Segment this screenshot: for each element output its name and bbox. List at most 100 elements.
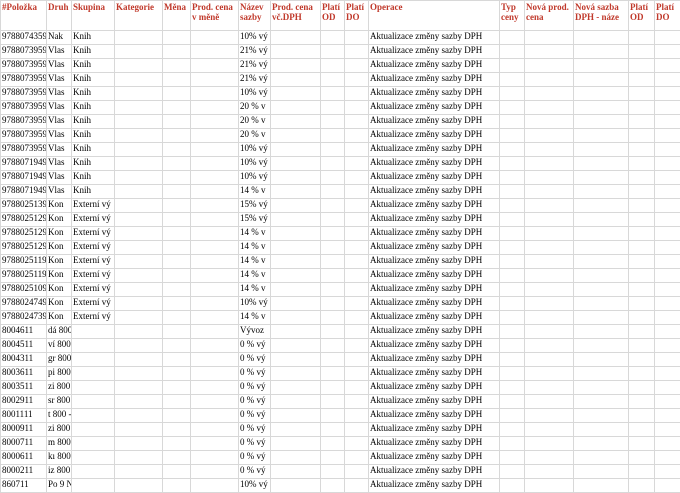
table-cell[interactable] <box>655 45 680 59</box>
table-cell[interactable]: Knih <box>72 185 115 199</box>
table-cell[interactable]: 14 % v <box>239 227 271 241</box>
table-cell[interactable]: 8000611 <box>1 451 47 465</box>
table-cell[interactable]: 0 % vý <box>239 465 271 479</box>
table-cell[interactable] <box>574 255 629 269</box>
table-cell[interactable] <box>321 213 345 227</box>
table-cell[interactable] <box>574 325 629 339</box>
table-cell[interactable]: Aktualizace změny sazby DPH <box>369 73 500 87</box>
table-cell[interactable] <box>574 199 629 213</box>
table-cell[interactable] <box>115 213 163 227</box>
table-cell[interactable] <box>115 409 163 423</box>
table-cell[interactable]: 15% vý <box>239 213 271 227</box>
table-cell[interactable]: Aktualizace změny sazby DPH <box>369 255 500 269</box>
table-cell[interactable] <box>115 353 163 367</box>
table-cell[interactable]: 10% vý <box>239 143 271 157</box>
table-cell[interactable] <box>72 451 115 465</box>
table-cell[interactable] <box>655 283 680 297</box>
table-cell[interactable]: Externí vý <box>72 213 115 227</box>
table-cell[interactable]: kı 800 - S <box>47 451 72 465</box>
table-cell[interactable] <box>525 143 574 157</box>
table-cell[interactable] <box>115 31 163 45</box>
table-cell[interactable] <box>574 143 629 157</box>
table-cell[interactable]: 21% vý <box>239 73 271 87</box>
table-cell[interactable] <box>574 423 629 437</box>
table-cell[interactable] <box>629 409 655 423</box>
table-cell[interactable]: 10% vý <box>239 31 271 45</box>
table-cell[interactable] <box>500 395 525 409</box>
table-cell[interactable]: 9788024749 <box>1 297 47 311</box>
table-cell[interactable]: Vlas <box>47 87 72 101</box>
table-cell[interactable] <box>115 59 163 73</box>
table-cell[interactable]: Aktualizace změny sazby DPH <box>369 269 500 283</box>
table-cell[interactable]: Aktualizace změny sazby DPH <box>369 353 500 367</box>
table-cell[interactable] <box>163 339 191 353</box>
table-cell[interactable]: Knih <box>72 73 115 87</box>
table-cell[interactable]: Aktualizace změny sazby DPH <box>369 143 500 157</box>
table-cell[interactable] <box>574 227 629 241</box>
table-cell[interactable]: 9788024739 <box>1 311 47 325</box>
table-cell[interactable] <box>345 325 369 339</box>
table-cell[interactable] <box>271 269 321 283</box>
table-cell[interactable]: Vlas <box>47 115 72 129</box>
table-cell[interactable] <box>345 199 369 213</box>
table-cell[interactable] <box>629 199 655 213</box>
table-cell[interactable] <box>500 115 525 129</box>
table-cell[interactable]: 8003511 <box>1 381 47 395</box>
table-cell[interactable] <box>72 465 115 479</box>
table-cell[interactable]: Knih <box>72 115 115 129</box>
table-cell[interactable] <box>115 157 163 171</box>
table-cell[interactable] <box>655 437 680 451</box>
table-cell[interactable]: 21% vý <box>239 59 271 73</box>
table-cell[interactable] <box>629 381 655 395</box>
table-cell[interactable] <box>525 269 574 283</box>
table-cell[interactable] <box>629 283 655 297</box>
table-cell[interactable] <box>629 325 655 339</box>
table-cell[interactable] <box>115 73 163 87</box>
table-cell[interactable]: Knih <box>72 59 115 73</box>
table-cell[interactable] <box>321 381 345 395</box>
table-cell[interactable]: Vlas <box>47 45 72 59</box>
table-cell[interactable] <box>115 101 163 115</box>
table-cell[interactable]: Aktualizace změny sazby DPH <box>369 381 500 395</box>
table-cell[interactable] <box>191 297 239 311</box>
table-cell[interactable] <box>72 381 115 395</box>
table-cell[interactable] <box>629 311 655 325</box>
table-cell[interactable] <box>500 45 525 59</box>
table-cell[interactable]: Aktualizace změny sazby DPH <box>369 45 500 59</box>
table-cell[interactable] <box>345 353 369 367</box>
table-cell[interactable] <box>115 255 163 269</box>
table-cell[interactable]: pi 800 - S <box>47 367 72 381</box>
table-cell[interactable]: Aktualizace změny sazby DPH <box>369 437 500 451</box>
table-cell[interactable] <box>115 185 163 199</box>
table-cell[interactable] <box>525 157 574 171</box>
table-cell[interactable] <box>321 325 345 339</box>
table-cell[interactable] <box>321 283 345 297</box>
table-cell[interactable] <box>191 143 239 157</box>
table-cell[interactable] <box>321 59 345 73</box>
table-cell[interactable] <box>500 199 525 213</box>
table-cell[interactable] <box>525 423 574 437</box>
table-cell[interactable] <box>345 255 369 269</box>
table-cell[interactable] <box>191 31 239 45</box>
table-cell[interactable] <box>271 185 321 199</box>
table-cell[interactable]: Externí vý <box>72 241 115 255</box>
table-cell[interactable] <box>115 199 163 213</box>
table-cell[interactable] <box>321 199 345 213</box>
table-cell[interactable] <box>500 311 525 325</box>
table-cell[interactable] <box>271 367 321 381</box>
table-cell[interactable] <box>321 339 345 353</box>
table-cell[interactable] <box>629 157 655 171</box>
table-cell[interactable] <box>345 297 369 311</box>
table-cell[interactable] <box>525 409 574 423</box>
table-cell[interactable] <box>115 283 163 297</box>
table-cell[interactable] <box>271 143 321 157</box>
table-cell[interactable]: Aktualizace změny sazby DPH <box>369 311 500 325</box>
table-cell[interactable] <box>345 367 369 381</box>
table-cell[interactable] <box>191 199 239 213</box>
table-cell[interactable] <box>525 339 574 353</box>
table-cell[interactable] <box>500 73 525 87</box>
table-cell[interactable]: 9788073959 <box>1 143 47 157</box>
table-cell[interactable]: Aktualizace změny sazby DPH <box>369 423 500 437</box>
table-cell[interactable] <box>525 199 574 213</box>
table-cell[interactable] <box>163 31 191 45</box>
